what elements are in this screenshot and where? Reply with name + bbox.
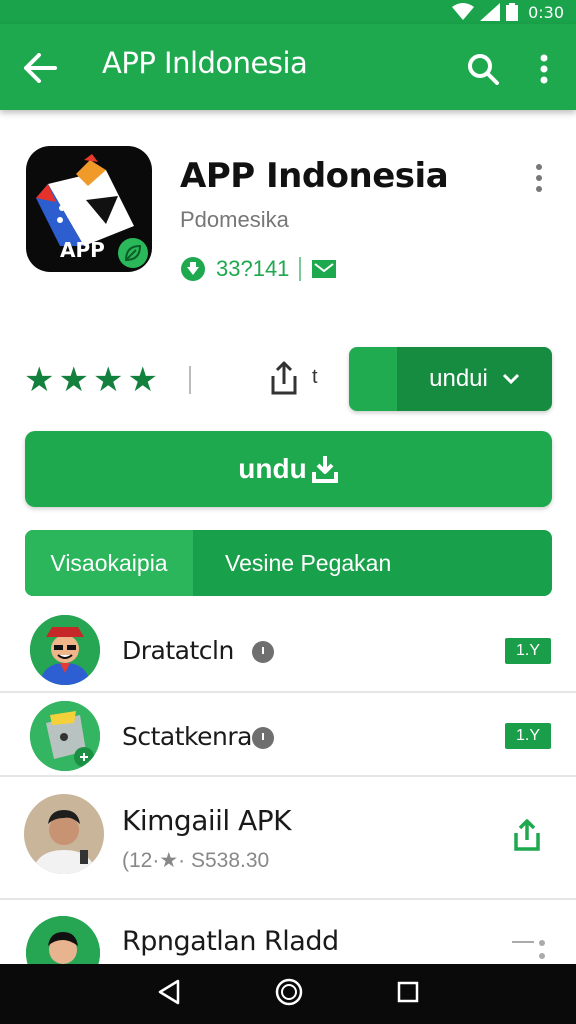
info-icon [252, 727, 274, 749]
status-time: 0:30 [528, 2, 564, 22]
download-icon [311, 456, 338, 483]
home-circle-icon [275, 978, 303, 1005]
rating-stars: ★ ★ ★ ★ [24, 361, 158, 399]
app-meta: 33?141 [180, 256, 337, 282]
share-button[interactable] [262, 356, 306, 400]
person-photo-icon [24, 794, 104, 874]
wifi-icon [452, 3, 475, 20]
list-item-name: Kimgaiil APK [122, 804, 292, 837]
avatar [30, 701, 100, 771]
download-button[interactable]: undu [25, 431, 552, 507]
list-divider [0, 691, 576, 693]
star-icon: ★ [58, 361, 89, 399]
list-item[interactable]: Sctatkenra 1.Y [0, 696, 576, 776]
app-overflow-button[interactable] [524, 158, 554, 198]
version-badge: 1.Y [505, 723, 551, 749]
nav-recents-button[interactable] [397, 981, 419, 1008]
list-item-subtitle: (12·★· S538.30 [122, 849, 270, 872]
app-name: APP Indonesia [180, 156, 449, 196]
share-icon [514, 819, 540, 851]
mail-icon [312, 260, 337, 278]
version-badge: 1.Y [505, 638, 551, 664]
share-icon [271, 361, 297, 395]
developer-name[interactable]: Pdomesika [180, 207, 289, 233]
person-icon [30, 615, 100, 685]
more-icon[interactable] [510, 940, 546, 960]
search-button[interactable] [462, 48, 504, 90]
list-item[interactable]: Rpngatlan Rladd [0, 900, 576, 964]
battery-icon [506, 3, 519, 21]
star-icon: ★ [92, 361, 124, 399]
app-icon: APP [26, 146, 152, 272]
avatar [24, 794, 104, 874]
person-icon [26, 916, 100, 964]
download-button-label: undu [238, 453, 307, 484]
search-icon [468, 54, 499, 85]
list-divider [0, 775, 576, 777]
tab-vesine-pegakan[interactable]: Vesine Pegakan [193, 530, 552, 596]
share-button[interactable] [512, 818, 546, 856]
split-button-right[interactable]: undui [397, 347, 552, 411]
avatar [30, 615, 100, 685]
row-divider [189, 366, 191, 394]
chevron-down-icon [502, 373, 519, 385]
nav-back-button[interactable] [157, 979, 181, 1010]
top-app-bar: APP Inldonesia [0, 24, 576, 110]
square-recents-icon [397, 981, 419, 1002]
overflow-menu-button[interactable] [528, 48, 560, 90]
star-icon: ★ [24, 361, 55, 399]
more-vert-icon [540, 54, 548, 84]
star-icon: ★ [127, 361, 158, 399]
list-item[interactable]: Dratatcln 1.Y [0, 612, 576, 692]
leaf-icon [124, 244, 142, 262]
more-vert-icon [536, 164, 542, 192]
leaf-download-icon [181, 257, 205, 281]
status-bar: 0:30 [0, 0, 576, 24]
system-nav-bar [0, 964, 576, 1024]
list-item-name: Rpngatlan Rladd [122, 926, 339, 957]
split-button-left[interactable] [349, 347, 397, 411]
nav-home-button[interactable] [275, 978, 303, 1011]
tab-bar: Visaokaipia Vesine Pegakan [25, 530, 552, 596]
signal-icon [480, 3, 501, 21]
leaf-badge [118, 238, 148, 268]
back-button[interactable] [20, 48, 60, 88]
download-count: 33?141 [216, 256, 290, 281]
share-label: t [312, 366, 318, 388]
robot-icon [30, 701, 100, 771]
tab-visaokaipia[interactable]: Visaokaipia [25, 530, 193, 596]
info-icon [252, 641, 274, 663]
split-button-label: undui [429, 365, 488, 392]
avatar [26, 916, 100, 964]
meta-divider [299, 257, 302, 281]
triangle-back-icon [158, 979, 180, 1004]
list-item-name: Sctatkenra [122, 722, 252, 751]
back-arrow-icon [24, 53, 57, 83]
list-item[interactable]: Kimgaiil APK (12·★· S538.30 [0, 780, 576, 896]
app-bar-title: APP Inldonesia [102, 46, 308, 80]
app-icon-label: APP [60, 238, 105, 262]
install-split-button[interactable]: undui [349, 347, 552, 411]
list-item-name: Dratatcln [122, 636, 234, 665]
